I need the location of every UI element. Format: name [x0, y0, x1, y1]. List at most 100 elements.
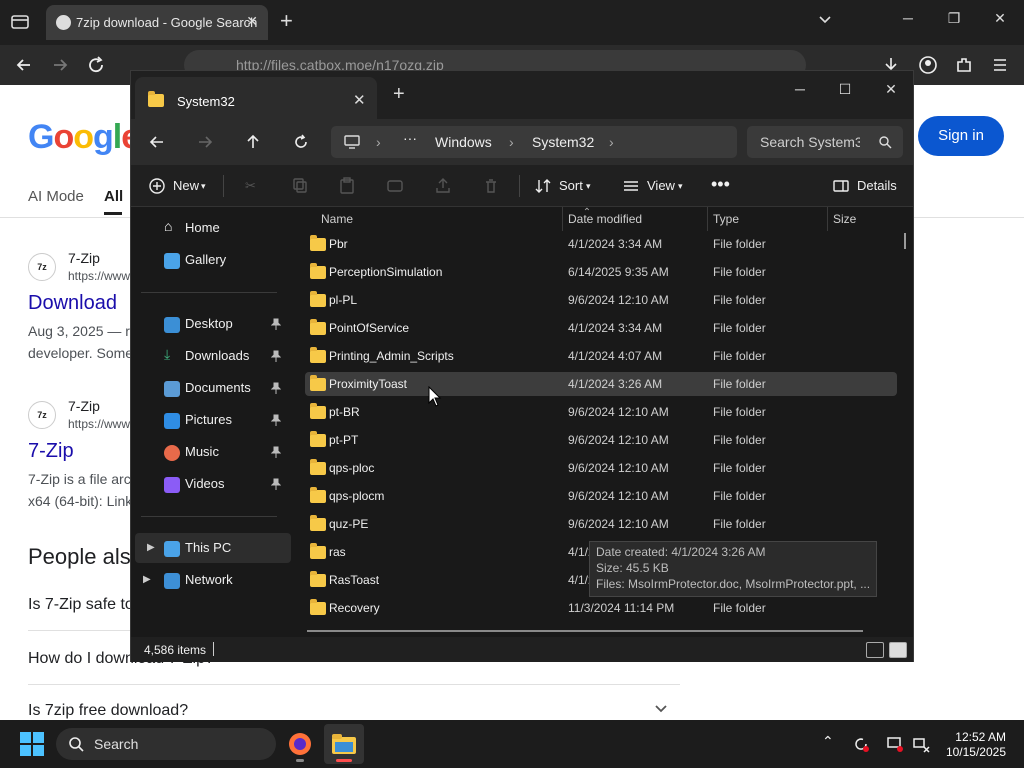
file-row[interactable]: pl-PL 9/6/2024 12:10 AM File folder — [305, 288, 897, 312]
explorer-tab[interactable]: System32 ✕ — [135, 77, 377, 119]
chevron-right-icon[interactable]: ▶ — [143, 574, 151, 585]
rename-icon[interactable] — [385, 176, 405, 196]
back-icon[interactable] — [14, 55, 34, 75]
chevron-right-icon[interactable]: › — [609, 134, 614, 150]
copy-icon[interactable] — [291, 176, 311, 196]
column-header-date[interactable]: Date modified — [568, 212, 642, 226]
vertical-scrollbar[interactable] — [904, 233, 906, 249]
extensions-icon[interactable] — [954, 55, 974, 75]
file-row[interactable]: pt-PT 9/6/2024 12:10 AM File folder — [305, 428, 897, 452]
view-button[interactable]: View — [647, 178, 675, 193]
maximize-button[interactable]: ☐ — [830, 77, 860, 101]
horizontal-scrollbar[interactable] — [307, 630, 863, 632]
chevron-down-icon[interactable] — [817, 12, 833, 28]
file-row[interactable]: pt-BR 9/6/2024 12:10 AM File folder — [305, 400, 897, 424]
pin-icon[interactable] — [271, 414, 281, 426]
column-header-size[interactable]: Size — [833, 212, 856, 226]
tab-ai-mode[interactable]: AI Mode — [28, 188, 84, 205]
chevron-right-icon[interactable]: › — [509, 134, 514, 150]
question-item[interactable]: Is 7-Zip safe to — [28, 596, 134, 614]
chevron-down-icon[interactable] — [652, 700, 670, 718]
file-row[interactable]: PerceptionSimulation 6/14/2025 9:35 AM Fil… — [305, 260, 897, 284]
nav-item-home[interactable]: ⌂ Home — [131, 213, 287, 243]
taskbar-search[interactable]: Search — [56, 728, 276, 760]
pin-icon[interactable] — [271, 318, 281, 330]
minimize-button[interactable]: ─ — [785, 77, 815, 101]
nav-item-music[interactable]: Music — [131, 437, 287, 467]
chevron-right-icon[interactable]: ▶ — [147, 542, 155, 553]
file-row[interactable]: qps-ploc 9/6/2024 12:10 AM File folder — [305, 456, 897, 480]
close-tab-icon[interactable]: ✕ — [353, 91, 366, 109]
file-row[interactable]: ProximityToast 4/1/2024 3:26 AM File folde… — [305, 372, 897, 396]
column-divider[interactable] — [562, 207, 563, 231]
windows-start-icon[interactable] — [20, 732, 44, 756]
new-button[interactable]: New — [173, 178, 199, 193]
pin-icon[interactable] — [271, 478, 281, 490]
nav-item-this-pc[interactable]: ▶ This PC — [135, 533, 291, 563]
refresh-icon[interactable] — [291, 132, 311, 152]
more-options-icon[interactable]: ••• — [711, 174, 730, 195]
paste-icon[interactable] — [337, 176, 357, 196]
file-row[interactable]: Pbr 4/1/2024 3:34 AM File folder — [305, 232, 897, 256]
share-icon[interactable] — [433, 176, 453, 196]
details-button[interactable]: Details — [857, 178, 897, 193]
new-tab-button[interactable]: + — [393, 83, 405, 106]
breadcrumb-windows[interactable]: Windows — [435, 134, 492, 150]
pin-icon[interactable] — [271, 382, 281, 394]
file-row[interactable]: PointOfService 4/1/2024 3:34 AM File folde… — [305, 316, 897, 340]
monitor-icon[interactable] — [343, 134, 361, 150]
chevron-right-icon[interactable]: › — [376, 134, 381, 150]
nav-item-desktop[interactable]: Desktop — [131, 309, 287, 339]
pin-icon[interactable] — [271, 446, 281, 458]
breadcrumb[interactable]: › ··· Windows › System32 › — [331, 126, 737, 158]
file-row[interactable]: Recovery 11/3/2024 11:14 PM File folder — [305, 596, 897, 620]
close-window-button[interactable]: ✕ — [990, 10, 1010, 30]
forward-icon[interactable] — [50, 55, 70, 75]
nav-item-videos[interactable]: Videos — [131, 469, 287, 499]
close-window-button[interactable]: ✕ — [876, 77, 906, 101]
minimize-button[interactable]: ─ — [898, 10, 918, 30]
reload-icon[interactable] — [86, 55, 106, 75]
more-icon[interactable]: ··· — [403, 130, 417, 146]
forward-icon[interactable] — [195, 132, 215, 152]
pin-icon[interactable] — [271, 350, 281, 362]
details-view-icon[interactable] — [866, 642, 884, 658]
back-icon[interactable] — [147, 132, 167, 152]
file-row[interactable]: qps-plocm 9/6/2024 12:10 AM File folder — [305, 484, 897, 508]
column-divider[interactable] — [827, 207, 828, 231]
column-header-name[interactable]: Name — [321, 212, 353, 226]
nav-item-downloads[interactable]: ⤓ Downloads — [131, 341, 287, 371]
nav-item-network[interactable]: ▶ Network — [131, 565, 287, 595]
nav-item-pictures[interactable]: Pictures — [131, 405, 287, 435]
chevron-up-icon[interactable]: ⌃ — [822, 733, 834, 750]
result-title-link[interactable]: Download — [28, 292, 117, 315]
search-input[interactable]: Search System32 — [747, 126, 903, 158]
menu-icon[interactable] — [990, 55, 1010, 75]
up-icon[interactable] — [243, 132, 263, 152]
google-logo[interactable]: Google — [28, 118, 140, 157]
firefox-app-icon[interactable] — [280, 724, 320, 764]
file-row[interactable]: quz-PE 9/6/2024 12:10 AM File folder — [305, 512, 897, 536]
result-title-link[interactable]: 7-Zip — [28, 440, 74, 463]
tab-search-icon[interactable] — [8, 10, 32, 34]
cut-icon[interactable]: ✂ — [245, 178, 256, 194]
file-explorer-app-icon[interactable] — [324, 724, 364, 764]
nav-item-gallery[interactable]: Gallery — [131, 245, 287, 275]
browser-tab[interactable]: 7zip download - Google Search ✕ — [46, 5, 268, 40]
system-clock[interactable]: 12:52 AM 10/15/2025 — [940, 730, 1006, 760]
tiles-view-icon[interactable] — [889, 642, 907, 658]
network-disconnected-icon[interactable] — [912, 735, 930, 753]
restore-button[interactable]: ❐ — [944, 10, 964, 30]
close-tab-icon[interactable]: ✕ — [246, 13, 258, 30]
column-divider[interactable] — [707, 207, 708, 231]
sort-button[interactable]: Sort — [559, 178, 583, 193]
tab-all[interactable]: All — [104, 188, 123, 205]
sign-in-button[interactable]: Sign in — [918, 116, 1004, 156]
new-tab-button[interactable]: + — [280, 10, 293, 32]
display-icon[interactable] — [886, 735, 904, 753]
column-header-type[interactable]: Type — [713, 212, 739, 226]
breadcrumb-system32[interactable]: System32 — [532, 134, 594, 150]
delete-icon[interactable] — [481, 176, 501, 196]
profile-icon[interactable] — [918, 55, 938, 75]
sync-icon[interactable] — [852, 735, 870, 753]
